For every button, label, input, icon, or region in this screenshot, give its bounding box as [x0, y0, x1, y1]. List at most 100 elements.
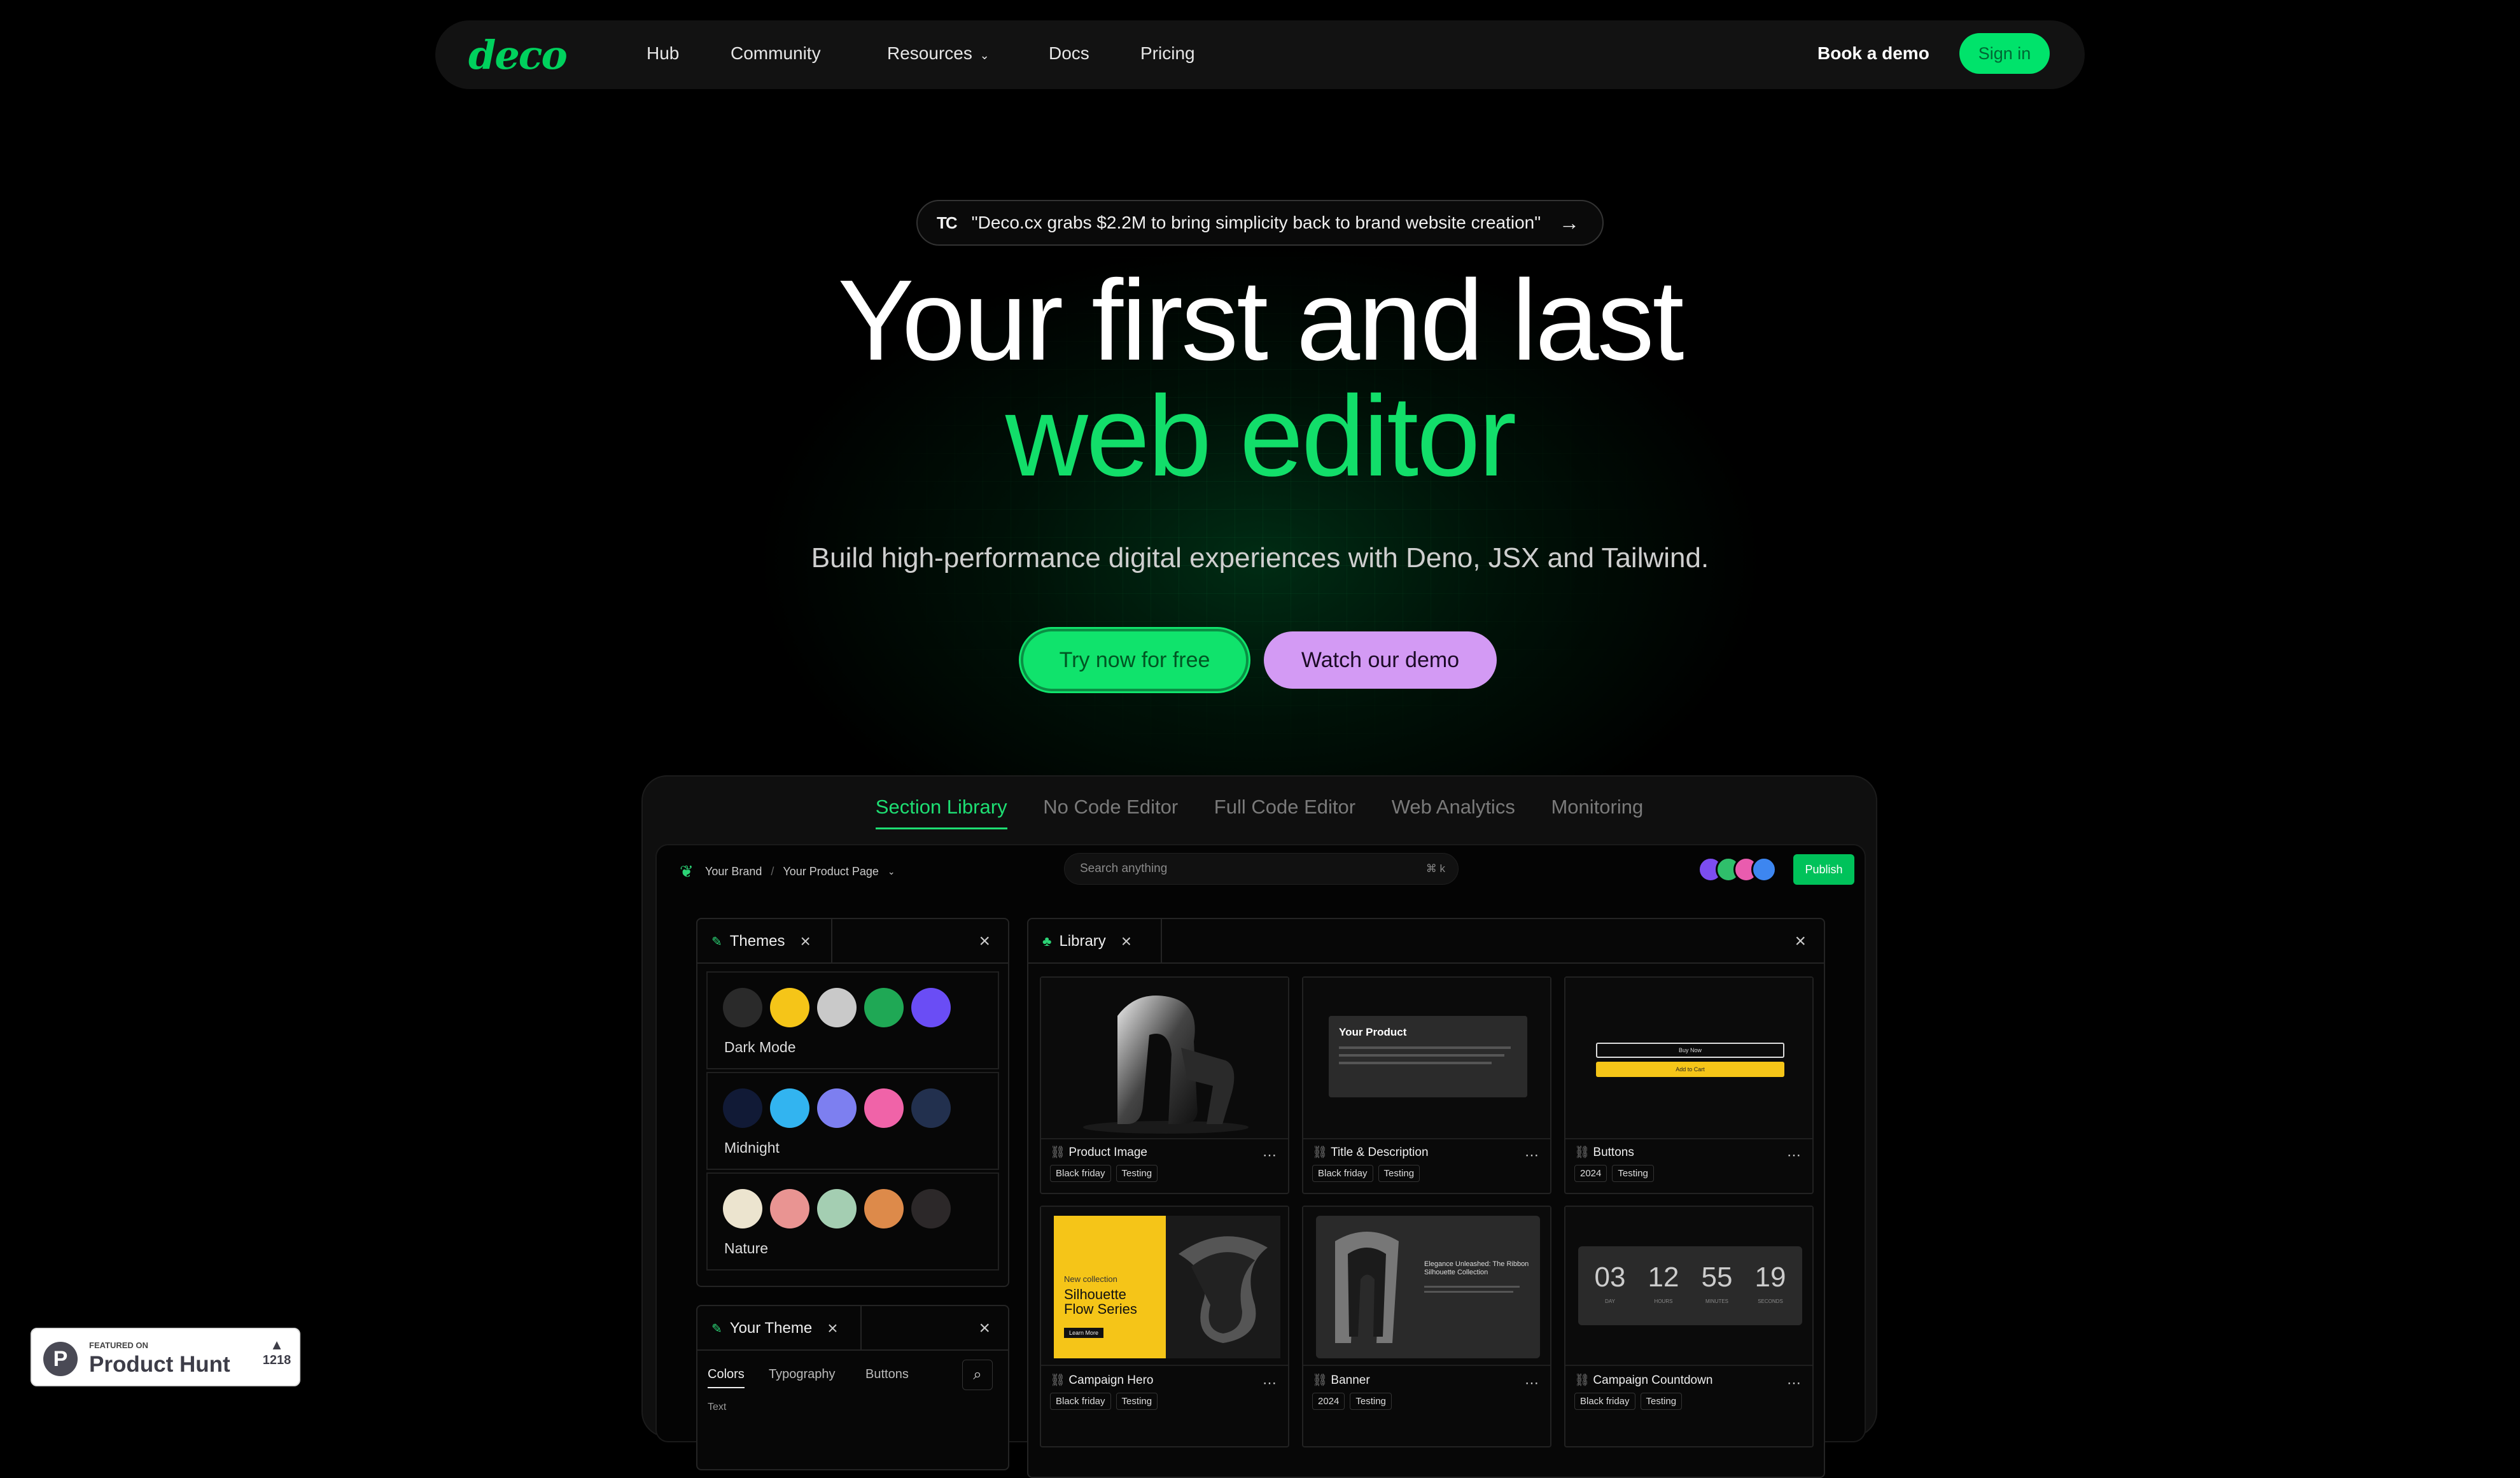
- card-name: ⛓ Campaign Countdown: [1574, 1372, 1712, 1388]
- card-tags: Black friday Testing: [1312, 1165, 1420, 1182]
- book-demo-button[interactable]: Book a demo: [1817, 43, 1929, 64]
- countdown-days-unit: DAY: [1605, 1299, 1615, 1304]
- nav-link-pricing[interactable]: Pricing: [1140, 43, 1195, 64]
- preview-cta: Learn More: [1064, 1328, 1104, 1338]
- tab-monitoring[interactable]: Monitoring: [1551, 796, 1643, 827]
- preview-line: [1339, 1062, 1492, 1064]
- theme-name: Dark Mode: [724, 1039, 796, 1055]
- your-theme-panel: ✎ Your Theme × × Colors Typography Butto…: [696, 1305, 1009, 1470]
- nav-link-hub[interactable]: Hub: [647, 43, 679, 64]
- tag: Testing: [1378, 1165, 1420, 1182]
- theme-option-dark-mode[interactable]: Dark Mode: [706, 971, 999, 1069]
- editor-window: ❦ Your Brand / Your Product Page ⌄ Searc…: [655, 844, 1866, 1478]
- arrow-right-icon: →: [1559, 211, 1579, 234]
- collaborator-avatars[interactable]: [1698, 857, 1777, 882]
- close-panel-icon[interactable]: ×: [979, 931, 990, 952]
- try-free-button[interactable]: Try now for free: [1021, 629, 1249, 691]
- tag: 2024: [1312, 1393, 1345, 1410]
- library-card-product-image[interactable]: ⛓ Product Image ⋯ Black friday Testing: [1040, 976, 1289, 1194]
- link-icon: ⛓: [1050, 1374, 1066, 1387]
- theme-swatch: [817, 1189, 857, 1228]
- card-thumbnail: Your Product: [1303, 978, 1550, 1139]
- tag: Testing: [1350, 1393, 1392, 1410]
- library-panel: ♣ Library × × ⛓ Product Image ⋯ Black fr…: [1027, 918, 1825, 1478]
- theme-swatch: [911, 988, 951, 1027]
- library-card-title-description[interactable]: Your Product ⛓ Title & Description ⋯ Bla…: [1302, 976, 1551, 1194]
- watch-demo-button[interactable]: Watch our demo: [1264, 631, 1497, 689]
- theme-swatch: [723, 1189, 762, 1228]
- tab-buttons[interactable]: Buttons: [865, 1367, 909, 1382]
- theme-name: Nature: [724, 1240, 769, 1256]
- nav-link-docs[interactable]: Docs: [1049, 43, 1089, 64]
- product-hunt-logo-icon: P: [43, 1342, 78, 1376]
- theme-option-midnight[interactable]: Midnight: [706, 1072, 999, 1170]
- link-icon: ⛓: [1312, 1374, 1328, 1387]
- preview-kicker: New collection: [1064, 1274, 1117, 1284]
- announcement-banner[interactable]: TC "Deco.cx grabs $2.2M to bring simplic…: [916, 200, 1604, 246]
- library-panel-header: ♣ Library × ×: [1028, 919, 1824, 964]
- card-tags: 2024 Testing: [1312, 1393, 1392, 1410]
- hero-title-line2: web editor: [1005, 372, 1516, 500]
- close-tab-icon[interactable]: ×: [827, 1318, 837, 1339]
- tab-no-code-editor[interactable]: No Code Editor: [1043, 796, 1178, 827]
- preview-title: Your Product: [1339, 1026, 1407, 1038]
- your-theme-tab[interactable]: ✎ Your Theme ×: [697, 1306, 862, 1351]
- more-options-icon[interactable]: ⋯: [1787, 1375, 1801, 1391]
- theme-option-nature[interactable]: Nature: [706, 1172, 999, 1270]
- breadcrumb-brand[interactable]: Your Brand: [705, 865, 762, 878]
- preview-box: Your Product: [1329, 1016, 1527, 1097]
- search-placeholder: Search anything: [1080, 862, 1168, 875]
- more-options-icon[interactable]: ⋯: [1263, 1147, 1277, 1164]
- library-card-campaign-hero[interactable]: New collection Silhouette Flow Series Le…: [1040, 1206, 1289, 1447]
- close-tab-icon[interactable]: ×: [1121, 931, 1131, 952]
- publish-button[interactable]: Publish: [1793, 854, 1854, 885]
- close-panel-icon[interactable]: ×: [1795, 931, 1806, 952]
- tab-web-analytics[interactable]: Web Analytics: [1392, 796, 1515, 827]
- chevron-down-icon[interactable]: ⌄: [888, 866, 895, 877]
- more-options-icon[interactable]: ⋯: [1263, 1375, 1277, 1391]
- nav-link-resources[interactable]: Resources ⌄: [887, 43, 990, 64]
- tab-typography[interactable]: Typography: [769, 1367, 836, 1382]
- library-card-buttons[interactable]: Buy Now Add to Cart ⛓ Buttons ⋯ 2024 Tes…: [1564, 976, 1814, 1194]
- card-name-text: Banner: [1331, 1374, 1370, 1387]
- themes-tab[interactable]: ✎ Themes ×: [697, 919, 832, 964]
- leaf-logo-icon: ❦: [680, 862, 694, 881]
- showcase-tabs: Section Library No Code Editor Full Code…: [643, 796, 1876, 829]
- product-hunt-featured: FEATURED ON: [89, 1341, 148, 1350]
- hero-subtitle: Build high-performance digital experienc…: [811, 542, 1709, 574]
- card-name: ⛓ Banner: [1312, 1372, 1370, 1388]
- close-panel-icon[interactable]: ×: [979, 1318, 990, 1339]
- nav-link-community[interactable]: Community: [731, 43, 821, 64]
- breadcrumb-page[interactable]: Your Product Page: [783, 865, 878, 878]
- search-icon[interactable]: ⌕: [962, 1360, 993, 1390]
- product-hunt-badge[interactable]: P FEATURED ON Product Hunt ▲ 1218: [31, 1328, 300, 1386]
- library-card-banner[interactable]: Elegance Unleashed: The Ribbon Silhouett…: [1302, 1206, 1551, 1447]
- tag: Testing: [1116, 1393, 1158, 1410]
- upvote-count: 1218: [262, 1353, 291, 1367]
- brush-icon: ✎: [711, 934, 722, 949]
- theme-swatch: [770, 1088, 809, 1128]
- library-tab[interactable]: ♣ Library ×: [1028, 919, 1162, 964]
- deco-logo[interactable]: deco: [468, 32, 568, 78]
- tab-section-library[interactable]: Section Library: [875, 796, 1007, 829]
- sign-in-button[interactable]: Sign in: [1959, 33, 2050, 74]
- close-tab-icon[interactable]: ×: [800, 931, 810, 952]
- more-options-icon[interactable]: ⋯: [1525, 1147, 1539, 1164]
- link-icon: ⛓: [1312, 1146, 1328, 1159]
- tag: Black friday: [1574, 1393, 1635, 1410]
- link-icon: ⛓: [1050, 1146, 1066, 1159]
- more-options-icon[interactable]: ⋯: [1787, 1147, 1801, 1164]
- card-name-text: Product Image: [1068, 1146, 1147, 1159]
- tab-colors[interactable]: Colors: [708, 1367, 745, 1388]
- theme-swatch: [911, 1088, 951, 1128]
- tag: 2024: [1574, 1165, 1607, 1182]
- card-name: ⛓ Campaign Hero: [1050, 1372, 1153, 1388]
- card-thumbnail: New collection Silhouette Flow Series Le…: [1041, 1207, 1288, 1366]
- tab-full-code-editor[interactable]: Full Code Editor: [1214, 796, 1355, 827]
- chair-illustration: [1083, 996, 1249, 1134]
- search-input[interactable]: Search anything ⌘ k: [1064, 853, 1459, 885]
- countdown-days: 03: [1594, 1262, 1626, 1293]
- upvote-counter: ▲ 1218: [262, 1337, 291, 1368]
- library-card-campaign-countdown[interactable]: 03 DAY 12 HOURS 55 MINUTES 19 SECONDS ⛓ …: [1564, 1206, 1814, 1447]
- more-options-icon[interactable]: ⋯: [1525, 1375, 1539, 1391]
